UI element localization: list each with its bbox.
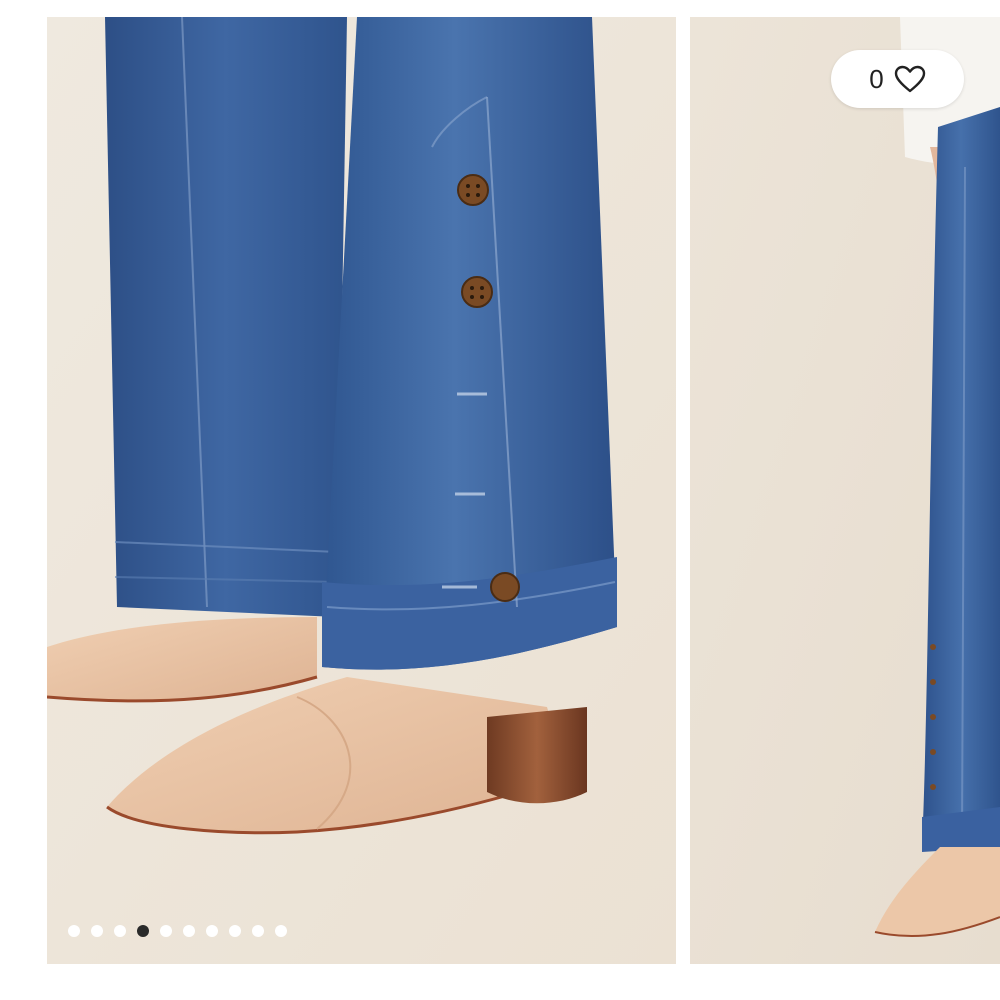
carousel-dot-6[interactable] (183, 925, 195, 937)
carousel-dot-8[interactable] (229, 925, 241, 937)
product-image-next[interactable] (690, 17, 1000, 964)
heart-icon (894, 65, 925, 93)
carousel-dot-5[interactable] (160, 925, 172, 937)
wishlist-count: 0 (869, 64, 884, 94)
carousel-dot-4[interactable] (137, 925, 149, 937)
model-full-leg-photo (690, 17, 1000, 964)
carousel-dot-7[interactable] (206, 925, 218, 937)
jeans-hem-photo (47, 17, 676, 964)
carousel-dot-1[interactable] (68, 925, 80, 937)
product-image-carousel[interactable]: 0 (0, 0, 1000, 1000)
product-image-main[interactable] (47, 17, 676, 964)
carousel-pagination (68, 924, 287, 938)
carousel-dot-3[interactable] (114, 925, 126, 937)
wishlist-button[interactable]: 0 (831, 50, 964, 108)
carousel-dot-10[interactable] (275, 925, 287, 937)
carousel-dot-2[interactable] (91, 925, 103, 937)
carousel-dot-9[interactable] (252, 925, 264, 937)
